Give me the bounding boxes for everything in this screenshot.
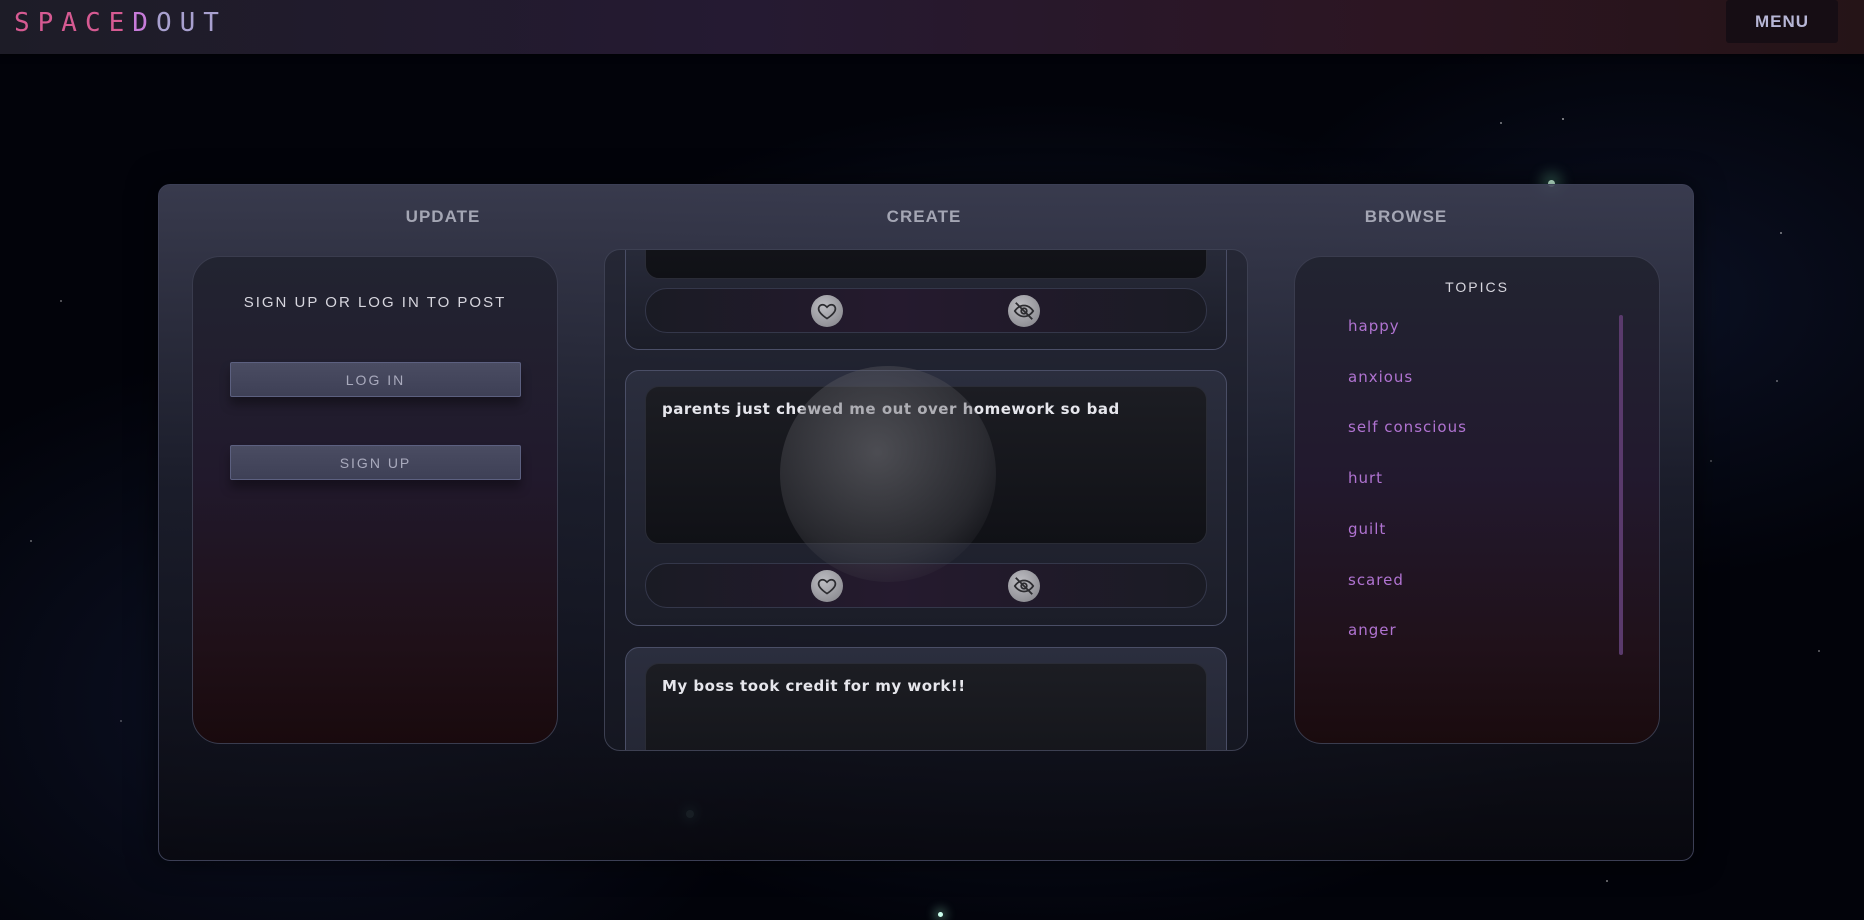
topics-scrollbar[interactable] <box>1619 315 1623 655</box>
topic-anger[interactable]: anger <box>1348 621 1397 639</box>
browse-column-title: BROWSE <box>1364 207 1448 226</box>
post-text-box: parents just chewed me out over homework… <box>645 386 1207 544</box>
post-card <box>625 250 1227 350</box>
post-text: parents just chewed me out over homework… <box>662 400 1120 418</box>
menu-button[interactable]: MENU <box>1726 0 1838 43</box>
auth-card: SIGN UP OR LOG IN TO POST LOG IN SIGN UP <box>192 256 558 744</box>
heart-icon[interactable] <box>811 570 843 602</box>
post-text-box <box>645 250 1207 279</box>
topics-card: TOPICS happy anxious self conscious hurt… <box>1294 256 1660 744</box>
top-nav-bar: SPACEDOUT MENU <box>0 0 1864 54</box>
topic-self-conscious[interactable]: self conscious <box>1348 418 1467 436</box>
auth-prompt: SIGN UP OR LOG IN TO POST <box>243 294 507 311</box>
post-text-box: My boss took credit for my work!! <box>645 663 1207 750</box>
eye-slash-icon[interactable] <box>1008 295 1040 327</box>
topics-title: TOPICS <box>1445 279 1509 295</box>
post-card: My boss took credit for my work!! <box>625 647 1227 750</box>
heart-icon[interactable] <box>811 295 843 327</box>
sign-up-button[interactable]: SIGN UP <box>230 445 521 480</box>
post-text: My boss took credit for my work!! <box>662 677 966 695</box>
post-action-bar <box>645 563 1207 608</box>
logo-text-out: OUT <box>155 8 227 38</box>
post-card: parents just chewed me out over homework… <box>625 370 1227 626</box>
update-column-title: UPDATE <box>405 207 481 226</box>
eye-slash-icon[interactable] <box>1008 570 1040 602</box>
topic-anxious[interactable]: anxious <box>1348 368 1413 386</box>
logo-text-space: SPACE <box>14 8 133 38</box>
topic-guilt[interactable]: guilt <box>1348 520 1386 538</box>
post-action-bar <box>645 288 1207 333</box>
log-in-button[interactable]: LOG IN <box>230 362 521 397</box>
spacedout-logo[interactable]: SPACEDOUT <box>14 8 227 38</box>
logo-text-d: D <box>132 8 156 38</box>
topic-happy[interactable]: happy <box>1348 317 1400 335</box>
post-feed[interactable]: parents just chewed me out over homework… <box>604 249 1248 751</box>
topic-scared[interactable]: scared <box>1348 571 1404 589</box>
topic-hurt[interactable]: hurt <box>1348 469 1383 487</box>
create-column-title: CREATE <box>886 207 962 226</box>
